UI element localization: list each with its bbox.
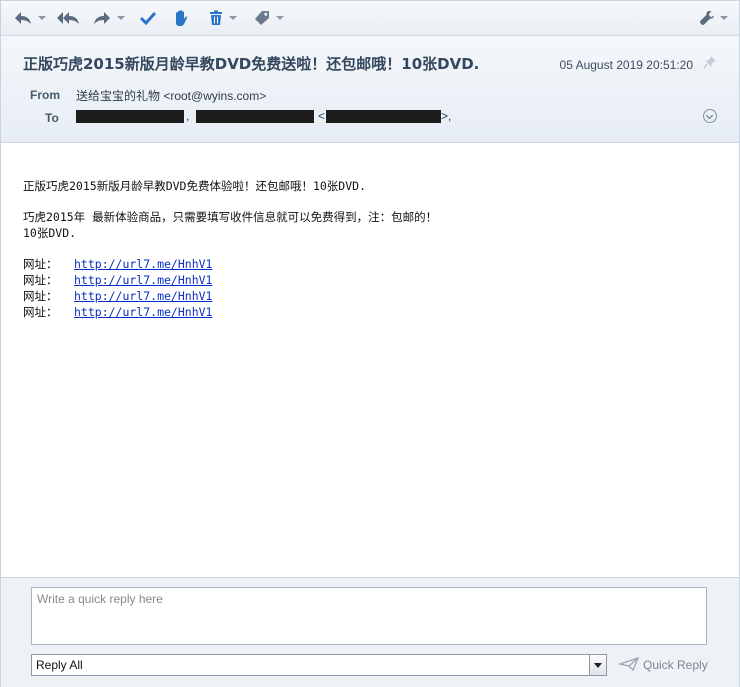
message-body: 正版巧虎2015新版月龄早教DVD免费体验啦！还包邮哦！10张DVD. 巧虎20… <box>23 178 723 320</box>
dropdown-arrow-icon[interactable] <box>589 655 606 675</box>
recipient-separator: >, <box>441 109 452 123</box>
from-label: From <box>30 88 60 102</box>
body-link[interactable]: http://url7.me/HnhV1 <box>74 288 212 304</box>
reply-all-button[interactable] <box>56 6 80 30</box>
delete-button[interactable] <box>208 6 237 30</box>
expand-header-icon[interactable] <box>703 109 717 123</box>
reply-mode-select[interactable]: Reply All <box>31 654 607 676</box>
message-subject: 正版巧虎2015新版月龄早教DVD免费送啦！还包邮哦！10张DVD. <box>23 55 480 73</box>
toolbar <box>1 1 739 36</box>
settings-button[interactable] <box>699 6 728 30</box>
tag-icon <box>253 10 271 26</box>
reply-all-icon <box>56 10 80 26</box>
recipient-separator: < <box>318 109 326 123</box>
sender-address[interactable]: 送给宝宝的礼物 <root@wyins.com> <box>76 87 266 104</box>
pin-icon[interactable] <box>703 54 717 73</box>
reply-dropdown-icon[interactable] <box>38 16 46 20</box>
quick-reply-label: Quick Reply <box>643 658 708 672</box>
redacted-recipient <box>76 110 184 123</box>
quick-reply-button[interactable]: Quick Reply <box>617 656 708 674</box>
link-label: 网址： <box>23 289 58 303</box>
message-date: 05 August 2019 20:51:20 <box>559 58 693 72</box>
link-label: 网址： <box>23 273 58 287</box>
forward-button[interactable] <box>92 6 125 30</box>
quick-reply-input[interactable]: Write a quick reply here <box>31 587 707 645</box>
wrench-icon <box>699 10 715 26</box>
junk-button[interactable] <box>172 6 190 30</box>
recipient-list[interactable]: , < >, <box>76 109 456 125</box>
body-link[interactable]: http://url7.me/HnhV1 <box>74 272 212 288</box>
body-line: 10张DVD. <box>23 226 77 240</box>
delete-dropdown-icon[interactable] <box>229 16 237 20</box>
redacted-recipient <box>196 110 314 123</box>
link-label: 网址： <box>23 257 58 271</box>
reply-button[interactable] <box>13 6 46 30</box>
body-line: 巧虎2015年 最新体验商品，只需要填写收件信息就可以免费得到，注：包邮的！ <box>23 210 438 224</box>
hand-stop-icon <box>172 9 190 27</box>
tag-dropdown-icon[interactable] <box>276 16 284 20</box>
tag-button[interactable] <box>253 6 284 30</box>
link-label: 网址： <box>23 305 58 319</box>
forward-dropdown-icon[interactable] <box>117 16 125 20</box>
mark-read-button[interactable] <box>139 6 157 30</box>
to-label: To <box>45 111 59 125</box>
forward-icon <box>92 10 112 26</box>
body-link[interactable]: http://url7.me/HnhV1 <box>74 256 212 272</box>
checkmark-icon <box>139 10 157 26</box>
link-row: 网址： http://url7.me/HnhV1 <box>23 256 723 272</box>
reply-icon <box>13 10 33 26</box>
trash-icon <box>208 10 224 26</box>
recipient-separator: , <box>186 109 190 123</box>
message-header: 正版巧虎2015新版月龄早教DVD免费送啦！还包邮哦！10张DVD. 05 Au… <box>1 36 739 143</box>
message-window: 正版巧虎2015新版月龄早教DVD免费送啦！还包邮哦！10张DVD. 05 Au… <box>0 0 740 687</box>
link-row: 网址： http://url7.me/HnhV1 <box>23 304 723 320</box>
link-row: 网址： http://url7.me/HnhV1 <box>23 272 723 288</box>
body-line: 正版巧虎2015新版月龄早教DVD免费体验啦！还包邮哦！10张DVD. <box>23 179 367 193</box>
body-link[interactable]: http://url7.me/HnhV1 <box>74 304 212 320</box>
quick-reply-panel: Write a quick reply here Reply All Quick… <box>1 577 739 687</box>
reply-mode-value: Reply All <box>36 658 83 672</box>
settings-dropdown-icon[interactable] <box>720 16 728 20</box>
redacted-recipient <box>326 110 441 123</box>
send-icon <box>617 656 643 674</box>
link-row: 网址： http://url7.me/HnhV1 <box>23 288 723 304</box>
